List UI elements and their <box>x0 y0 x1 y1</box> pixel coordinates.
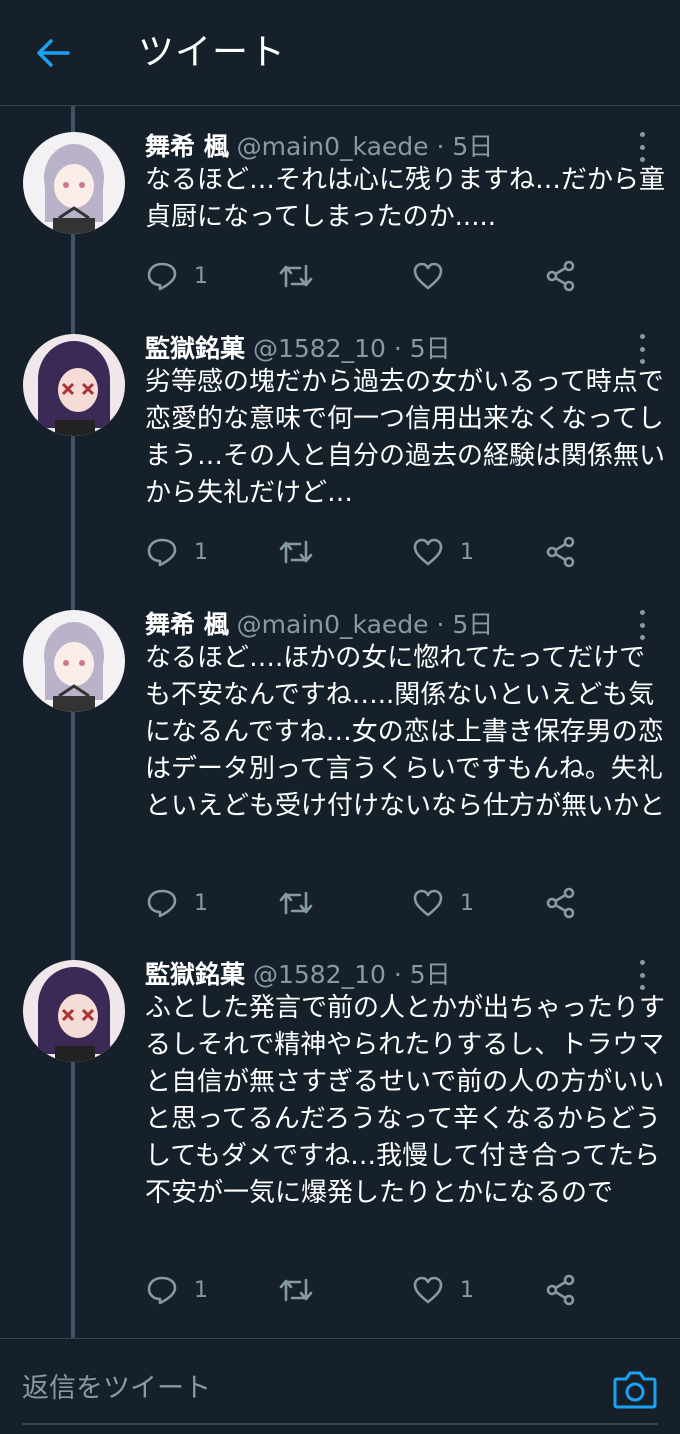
reply-count: 1 <box>194 539 208 565</box>
heart-icon <box>413 1276 443 1304</box>
more-dot-icon <box>639 972 645 978</box>
tweet-actions: 1 1 <box>0 534 680 570</box>
reply-button[interactable]: 1 <box>146 1272 208 1308</box>
share-button[interactable] <box>545 534 577 570</box>
tweet-actions: 1 <box>0 258 680 294</box>
user-handle[interactable]: @main0_kaede <box>237 610 429 639</box>
reply-composer: 返信をツイート <box>0 1338 680 1434</box>
share-icon <box>546 536 575 568</box>
back-button[interactable] <box>28 30 78 76</box>
user-handle[interactable]: @main0_kaede <box>237 132 429 161</box>
separator-dot: · <box>393 334 402 363</box>
reply-count: 1 <box>194 1277 208 1303</box>
tweet-age[interactable]: 5日 <box>452 610 493 639</box>
display-name[interactable]: 舞希 楓 <box>145 132 229 161</box>
retweet-button[interactable] <box>278 1272 314 1308</box>
avatar[interactable] <box>23 334 125 436</box>
tweet-text: なるほど…それは心に残りますね…だから童貞厨になってしまったのか..... <box>145 165 666 232</box>
separator-dot: · <box>436 132 445 161</box>
camera-button[interactable] <box>612 1367 658 1411</box>
share-button[interactable] <box>545 1272 577 1308</box>
share-icon <box>546 887 575 919</box>
reply-input[interactable]: 返信をツイート <box>22 1369 582 1409</box>
heart-icon <box>413 889 443 917</box>
reply-count: 1 <box>194 890 208 916</box>
like-count: 1 <box>460 539 474 565</box>
share-button[interactable] <box>545 885 577 921</box>
retweet-icon <box>279 264 313 288</box>
reply-icon <box>147 262 177 291</box>
tweet-actions: 1 1 <box>0 1272 680 1308</box>
more-options-button[interactable] <box>632 610 652 640</box>
tweet-age[interactable]: 5日 <box>410 960 451 989</box>
like-button[interactable]: 1 <box>412 885 474 921</box>
like-button[interactable]: 1 <box>412 534 474 570</box>
input-underline <box>22 1423 658 1425</box>
retweet-icon <box>279 1278 313 1302</box>
tweet-header: 舞希 楓 @main0_kaede · 5日 <box>145 128 493 166</box>
more-dot-icon <box>639 610 645 615</box>
camera-icon <box>613 1371 657 1409</box>
tweet-header: 監獄銘菓 @1582_10 · 5日 <box>145 330 451 368</box>
tweet-text: 劣等感の塊だから過去の女がいるって時点で恋愛的な意味で何一つ信用出来なくなってし… <box>145 367 666 508</box>
more-options-button[interactable] <box>632 334 652 364</box>
more-options-button[interactable] <box>632 132 652 162</box>
more-options-button[interactable] <box>632 960 652 990</box>
like-button[interactable]: 1 <box>412 1272 474 1308</box>
app-header: ツイート <box>0 0 680 106</box>
display-name[interactable]: 監獄銘菓 <box>145 960 245 989</box>
retweet-button[interactable] <box>278 885 314 921</box>
avatar[interactable] <box>23 960 125 1062</box>
tweet-text: なるほど….ほかの女に惚れてたってだけでも不安なんですね…..関係ないといえども… <box>145 643 666 821</box>
heart-icon <box>413 262 443 290</box>
more-dot-icon <box>639 346 645 352</box>
display-name[interactable]: 舞希 楓 <box>145 610 229 639</box>
user-handle[interactable]: @1582_10 <box>253 960 386 989</box>
avatar[interactable] <box>23 610 125 712</box>
reply-button[interactable]: 1 <box>146 258 208 294</box>
retweet-icon <box>279 891 313 915</box>
tweet-age[interactable]: 5日 <box>410 334 451 363</box>
tweet-actions: 1 1 <box>0 885 680 921</box>
tweet-header: 監獄銘菓 @1582_10 · 5日 <box>145 956 451 994</box>
reply-icon <box>147 889 177 918</box>
page-title: ツイート <box>138 32 287 73</box>
reply-button[interactable]: 1 <box>146 885 208 921</box>
separator-dot: · <box>436 610 445 639</box>
retweet-icon <box>279 540 313 564</box>
tweet-header: 舞希 楓 @main0_kaede · 5日 <box>145 606 493 644</box>
more-dot-icon <box>639 132 645 137</box>
more-dot-icon <box>639 622 645 628</box>
share-icon <box>546 260 575 292</box>
like-button[interactable] <box>412 258 460 294</box>
retweet-button[interactable] <box>278 534 314 570</box>
reply-count: 1 <box>194 263 208 289</box>
arrow-left-icon <box>37 39 70 67</box>
avatar[interactable] <box>23 132 125 234</box>
user-handle[interactable]: @1582_10 <box>253 334 386 363</box>
more-dot-icon <box>639 334 645 339</box>
separator-dot: · <box>393 960 402 989</box>
retweet-button[interactable] <box>278 258 314 294</box>
more-dot-icon <box>639 960 645 965</box>
tweet-age[interactable]: 5日 <box>452 132 493 161</box>
reply-icon <box>147 1276 177 1305</box>
display-name[interactable]: 監獄銘菓 <box>145 334 245 363</box>
tweet-text: ふとした発言で前の人とかが出ちゃったりするしそれで精神やられたりするし、トラウマ… <box>145 993 666 1208</box>
more-dot-icon <box>639 144 645 150</box>
reply-icon <box>147 538 177 567</box>
heart-icon <box>413 538 443 566</box>
share-button[interactable] <box>545 258 577 294</box>
reply-button[interactable]: 1 <box>146 534 208 570</box>
share-icon <box>546 1274 575 1306</box>
like-count: 1 <box>460 1277 474 1303</box>
like-count: 1 <box>460 890 474 916</box>
